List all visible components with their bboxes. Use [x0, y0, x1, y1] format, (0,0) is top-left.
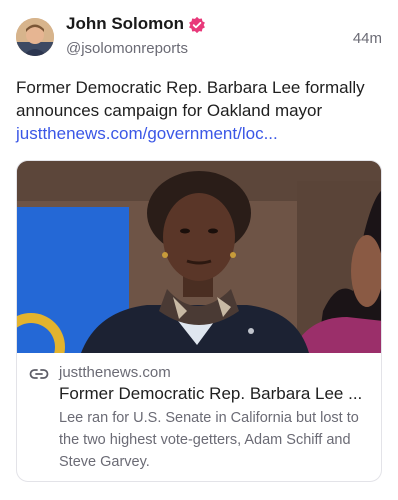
link-preview-card[interactable]: justthenews.com Former Democratic Rep. B…: [16, 160, 382, 482]
author-avatar[interactable]: [16, 18, 54, 56]
post-timestamp: 44m: [352, 30, 382, 47]
verified-badge-icon: [189, 16, 205, 34]
post-link[interactable]: justthenews.com/government/loc...: [16, 122, 278, 145]
article-image: [17, 161, 381, 353]
card-description: Lee ran for U.S. Senate in California bu…: [59, 410, 359, 470]
card-title: Former Democratic Rep. Barbara Lee ...: [59, 384, 363, 403]
card-domain: justthenews.com: [59, 364, 171, 381]
post-card: John Solomon @jsolomonreports 44m Former…: [0, 0, 398, 500]
author-name[interactable]: John Solomon: [66, 14, 184, 34]
post-text: Former Democratic Rep. Barbara Lee forma…: [16, 78, 365, 120]
link-icon: [29, 369, 49, 379]
author-handle[interactable]: @jsolomonreports: [66, 40, 188, 57]
